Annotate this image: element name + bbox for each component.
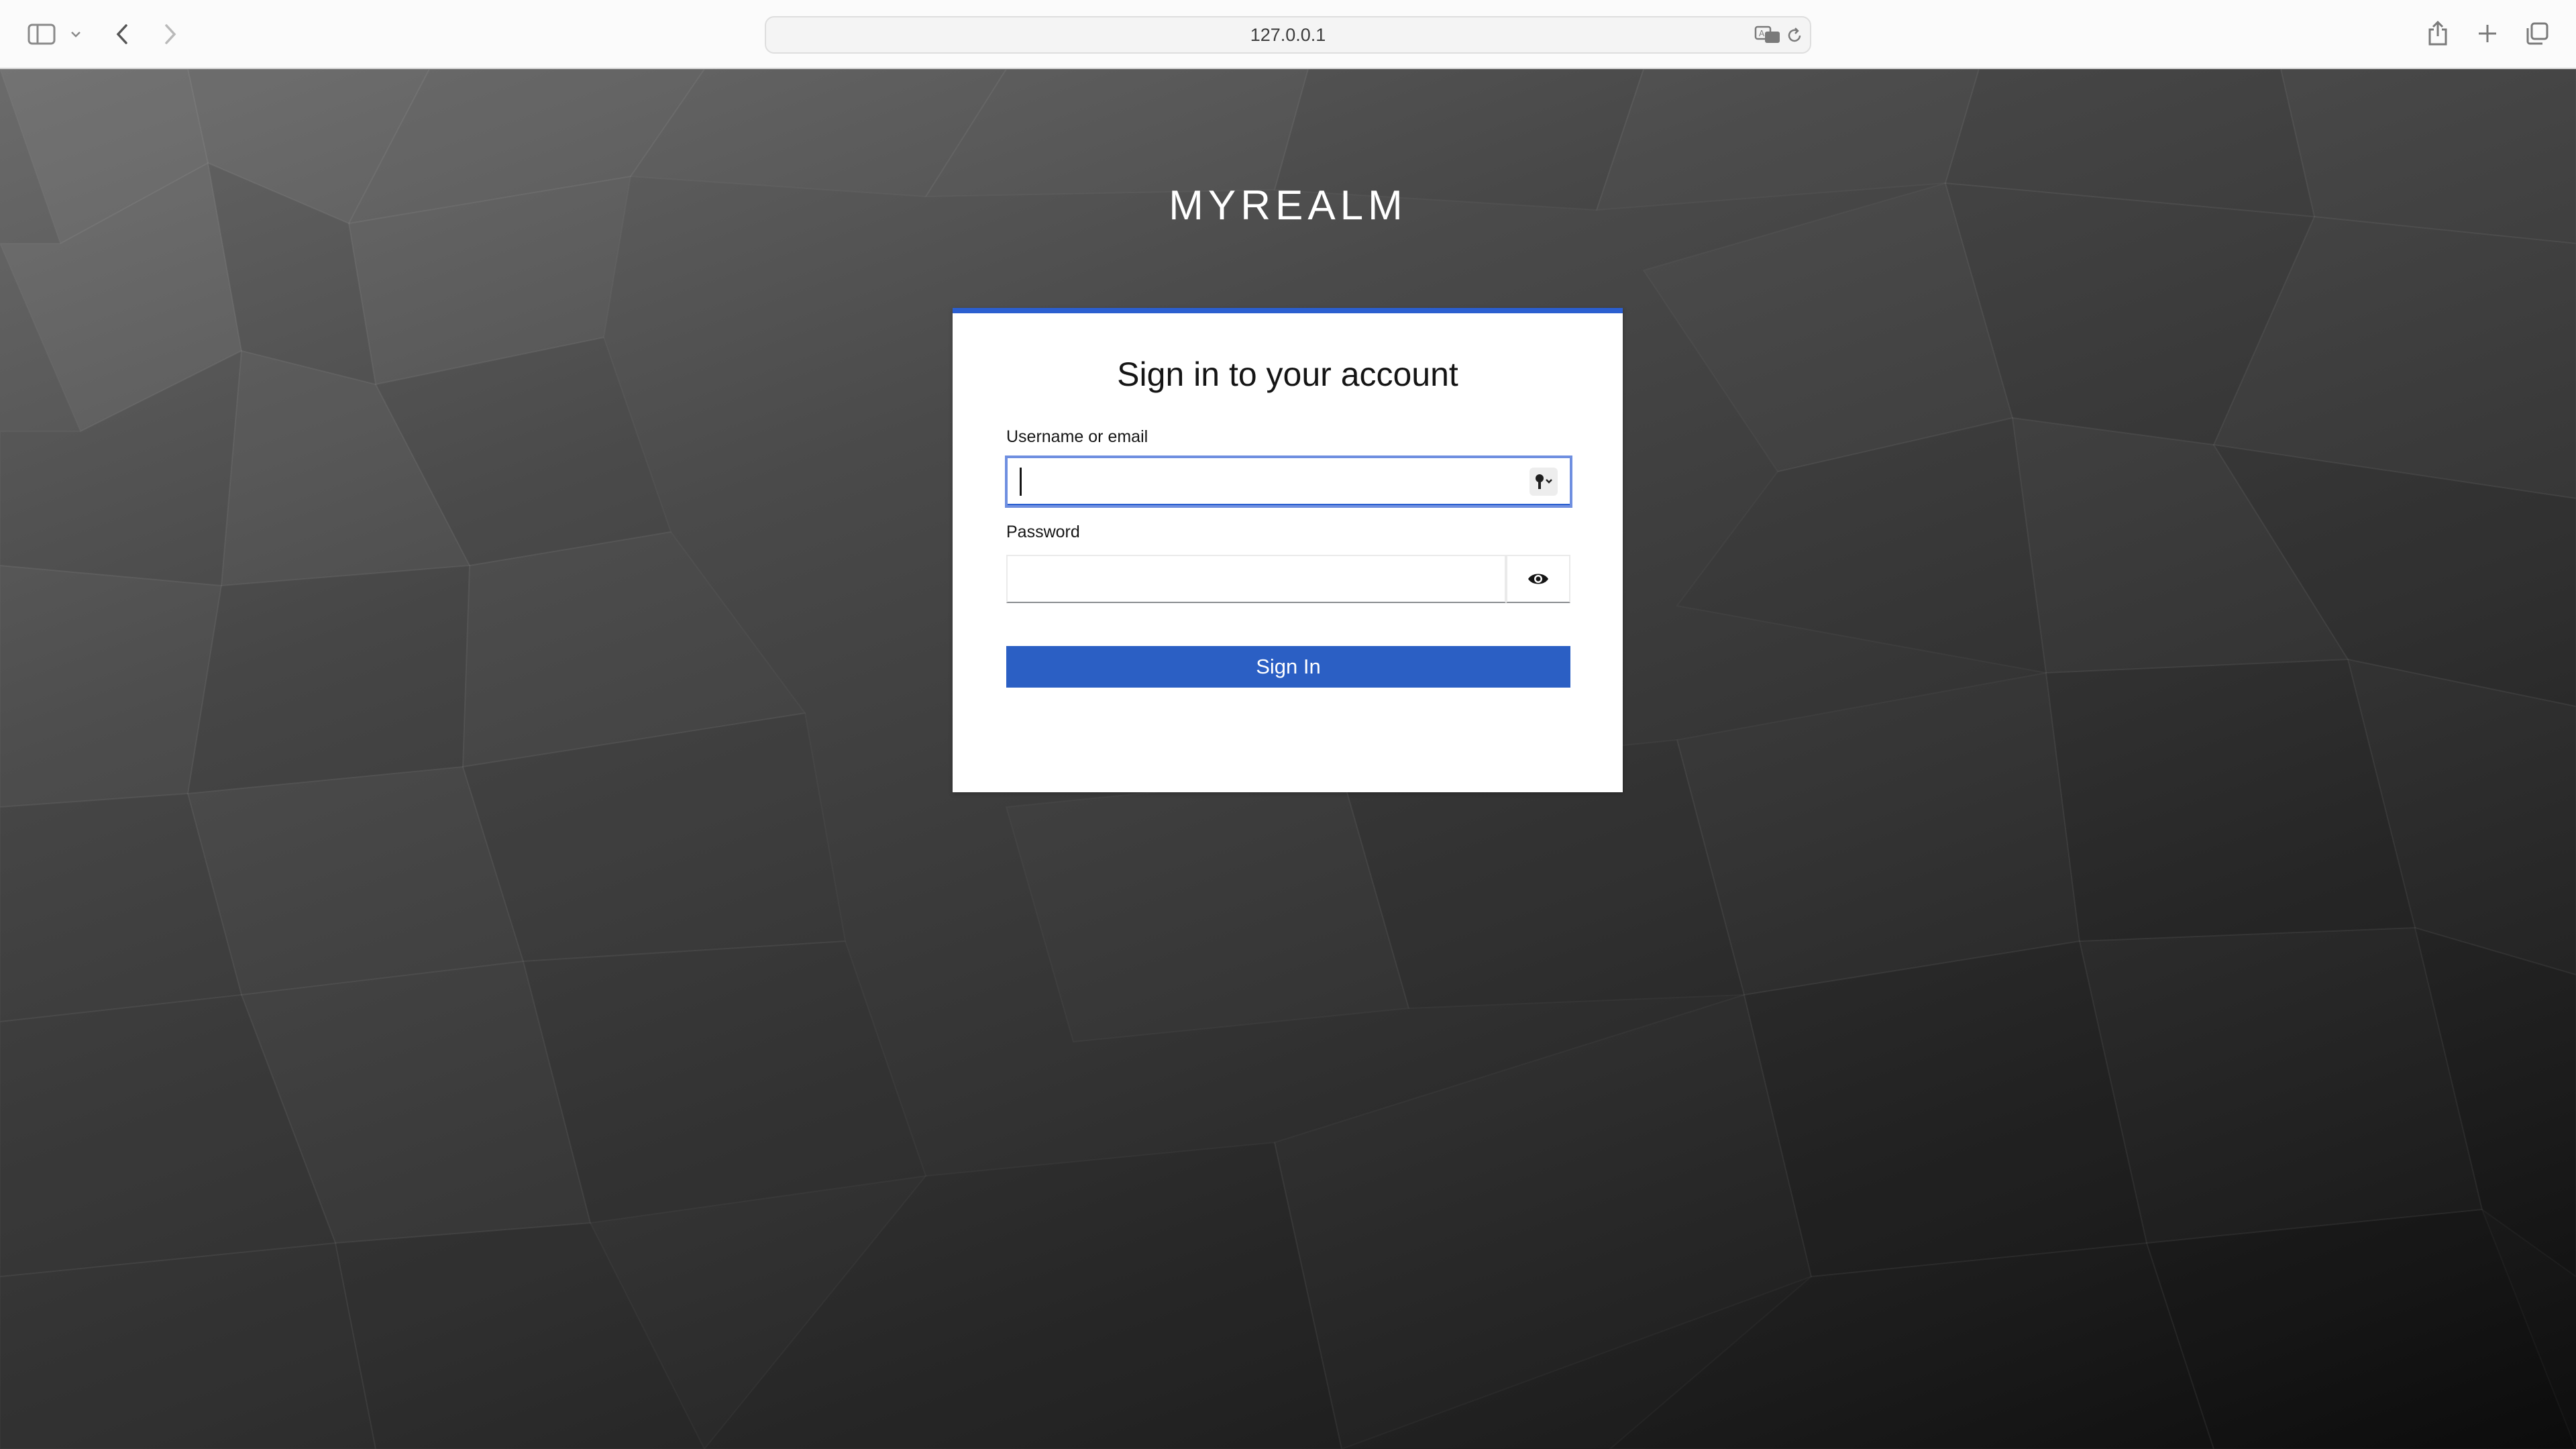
text-caret — [1020, 468, 1022, 496]
share-icon[interactable] — [2423, 17, 2453, 50]
key-icon — [1536, 474, 1552, 489]
sidebar-icon[interactable] — [25, 20, 58, 48]
password-input[interactable] — [1006, 555, 1506, 603]
username-label: Username or email — [1006, 427, 1148, 446]
login-heading: Sign in to your account — [1117, 356, 1458, 393]
tabs-overview-icon[interactable] — [2522, 19, 2552, 48]
login-page: MYREALM Sign in to your account Username… — [0, 69, 2576, 1449]
svg-text:A: A — [1759, 29, 1765, 38]
plus-icon[interactable] — [2474, 20, 2501, 47]
chevron-right-icon — [165, 24, 176, 44]
realm-title: MYREALM — [1169, 182, 1407, 229]
browser-toolbar: 127.0.0.1 A — [0, 0, 2576, 69]
sign-in-button[interactable]: Sign In — [1006, 646, 1570, 688]
password-label: Password — [1006, 523, 1080, 541]
username-input[interactable] — [1005, 455, 1572, 508]
reload-icon[interactable] — [1784, 25, 1805, 46]
address-bar[interactable]: 127.0.0.1 A — [765, 16, 1811, 54]
back-button[interactable] — [109, 20, 136, 48]
chevron-down-icon[interactable] — [67, 24, 85, 44]
address-url: 127.0.0.1 — [1250, 24, 1326, 45]
forward-button[interactable] — [157, 20, 184, 48]
login-card: Sign in to your account Username or emai… — [953, 308, 1623, 792]
eye-icon — [1528, 574, 1548, 584]
password-manager-button[interactable] — [1529, 468, 1558, 496]
show-password-button[interactable] — [1506, 555, 1570, 603]
chevron-left-icon — [116, 24, 127, 44]
translate-icon[interactable]: A — [1754, 24, 1782, 46]
